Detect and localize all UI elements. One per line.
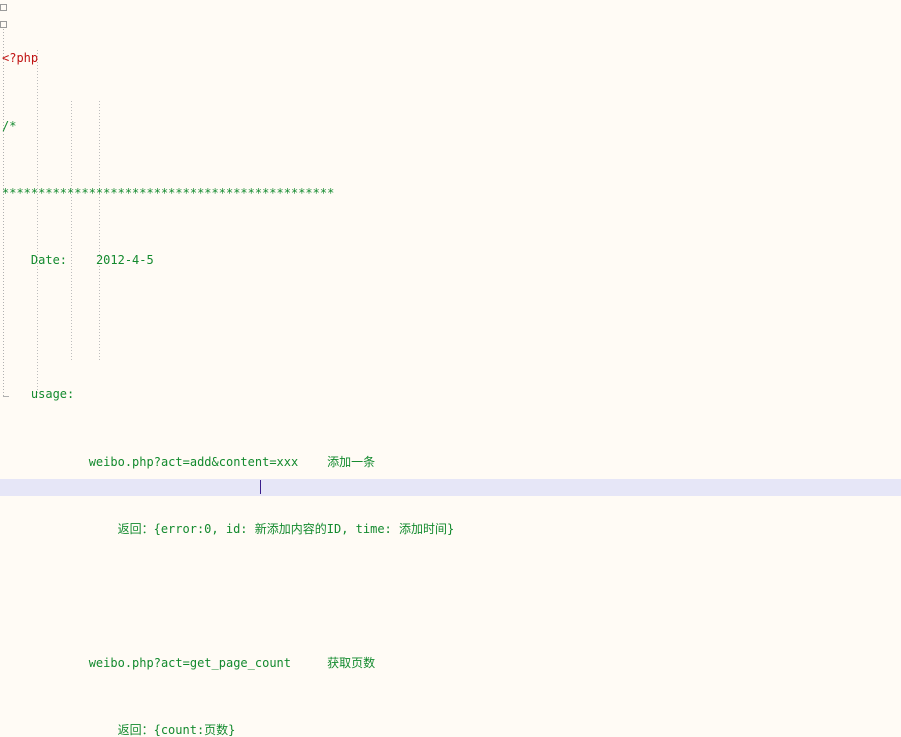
api-endpoint-add: weibo.php?act=add&content=xxx [89,455,299,469]
code-text-layer[interactable]: <?php /* *******************************… [0,0,901,737]
date-label: Date: [31,253,67,267]
code-line-4: Date: 2012-4-5 [0,252,901,269]
code-line-5 [0,319,901,336]
comment-open: /* [2,119,16,133]
date-value: 2012-4-5 [96,253,154,267]
api-return-label-page-count: 返回： [118,723,154,737]
code-line-10: weibo.php?act=get_page_count 获取页数 [0,655,901,672]
api-return-label-add: 返回： [118,522,154,536]
code-line-1: <?php [0,50,901,67]
api-return-page-count: {count:页数} [154,723,236,737]
code-line-8: 返回：{error:0, id: 新添加内容的ID, time: 添加时间} [0,521,901,538]
code-line-2: /* [0,118,901,135]
api-return-add: {error:0, id: 新添加内容的ID, time: 添加时间} [154,522,455,536]
code-line-11: 返回：{count:页数} [0,722,901,737]
php-open-tag: <?php [2,51,38,65]
usage-label: usage: [31,387,74,401]
code-editor-canvas[interactable]: <?php /* *******************************… [0,0,901,737]
comment-separator-top: ****************************************… [2,186,334,200]
api-desc-page-count: 获取页数 [327,656,375,670]
code-line-6: usage: [0,386,901,403]
code-line-9 [0,588,901,605]
code-line-3: ****************************************… [0,185,901,202]
api-endpoint-page-count: weibo.php?act=get_page_count [89,656,291,670]
api-desc-add: 添加一条 [327,455,375,469]
code-line-7: weibo.php?act=add&content=xxx 添加一条 [0,454,901,471]
